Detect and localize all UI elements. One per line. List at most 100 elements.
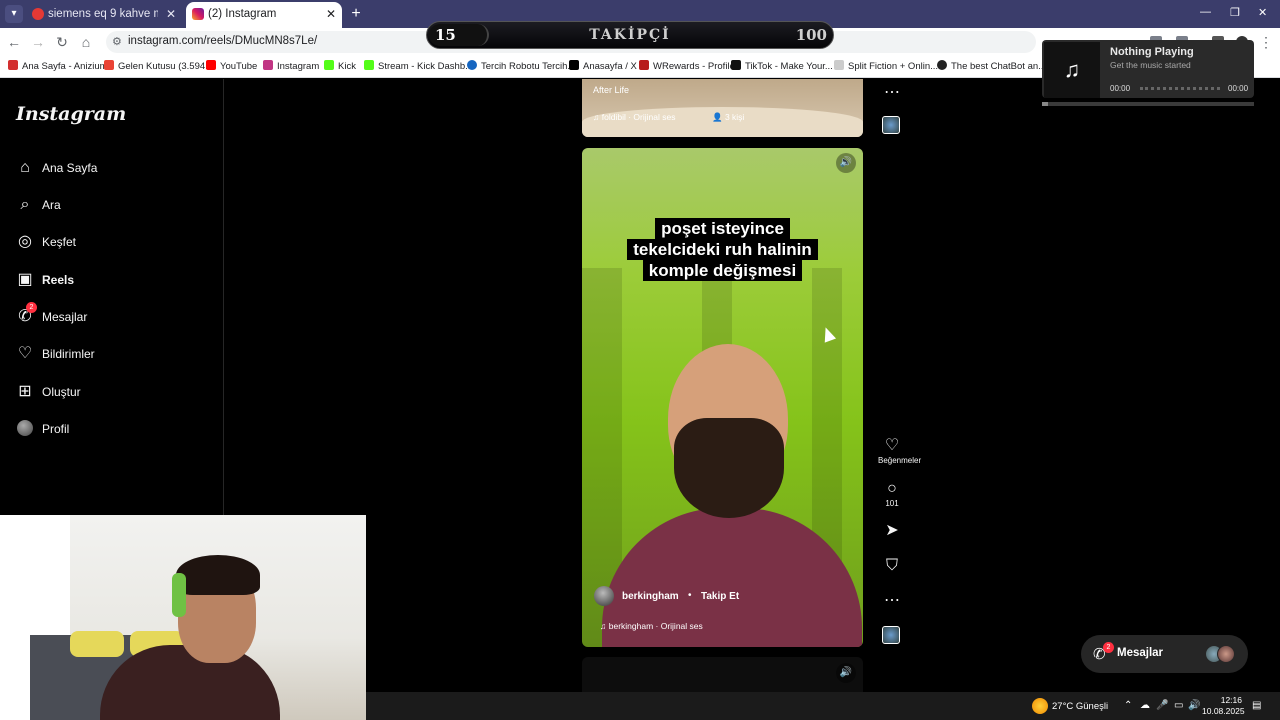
- bookmark-label: Stream - Kick Dashb...: [378, 61, 474, 72]
- network-icon[interactable]: ▭: [1174, 700, 1183, 711]
- reel-previous-audio[interactable]: ♫ foldibil · Orijinal ses: [593, 112, 675, 122]
- kick-icon: [364, 60, 374, 70]
- more-options-icon[interactable]: ⋯: [878, 592, 906, 610]
- bookmark-label: Kick: [338, 61, 356, 72]
- restore-icon[interactable]: ❐: [1230, 6, 1240, 19]
- heart-icon: ♡: [884, 437, 900, 454]
- sidebar-item-reels[interactable]: ▣ Reels: [16, 269, 206, 293]
- webcam-overlay: [0, 515, 366, 720]
- sidebar-item-home[interactable]: ⌂ Ana Sayfa: [16, 157, 206, 181]
- site-info-icon[interactable]: ⚙: [112, 35, 122, 48]
- reel-previous[interactable]: After Life ♫ foldibil · Orijinal ses 👤 3…: [582, 79, 863, 137]
- bookmark-kick[interactable]: Kick: [324, 60, 356, 72]
- google-icon: [32, 8, 44, 20]
- bookmark-gmail[interactable]: Gelen Kutusu (3.594...: [104, 60, 213, 72]
- bookmark-chatbot[interactable]: The best ChatBot an...: [937, 60, 1046, 72]
- avatar[interactable]: [594, 586, 614, 606]
- tab-siemens[interactable]: siemens eq 9 kahve makinesi M ✕: [26, 2, 182, 28]
- sidebar-item-create[interactable]: ⊞ Oluştur: [16, 381, 206, 405]
- forward-icon[interactable]: →: [30, 34, 46, 50]
- reload-icon[interactable]: ↻: [54, 34, 70, 50]
- tab-instagram[interactable]: (2) Instagram ✕: [186, 2, 342, 28]
- bookmark-youtube[interactable]: YouTube: [206, 60, 257, 72]
- headset-icon: [172, 573, 186, 617]
- reel-previous-people-text: 3 kişi: [724, 112, 745, 122]
- audio-thumbnail[interactable]: [882, 116, 900, 134]
- bookmark-x[interactable]: Anasayfa / X: [569, 60, 637, 72]
- home-icon[interactable]: ⌂: [78, 34, 94, 50]
- comment-icon: ○: [887, 480, 897, 497]
- weather-sun-icon[interactable]: [1032, 698, 1048, 714]
- follower-goal-label: TAKİPÇİ: [589, 27, 671, 43]
- bookmark-wrewards[interactable]: WRewards - Profile: [639, 60, 735, 72]
- avatar: [1217, 645, 1235, 663]
- clock-time: 12:16: [1220, 695, 1242, 705]
- follow-button[interactable]: Takip Et: [701, 591, 739, 602]
- bookmark-label: Ana Sayfa - Anizium: [22, 61, 108, 72]
- bookmark-label: TikTok - Make Your...: [745, 61, 833, 72]
- like-count: Beğenmeler: [878, 456, 922, 465]
- cloud-icon[interactable]: ☁: [1140, 700, 1150, 711]
- sidebar-item-label: Oluştur: [42, 385, 81, 399]
- music-note-icon: ♫: [600, 621, 609, 631]
- save-button[interactable]: ⛉: [878, 557, 906, 575]
- reel-audio[interactable]: ♫ berkingham · Orijinal ses: [600, 621, 703, 631]
- sidebar-item-messages[interactable]: ✆ 2 Mesajlar: [16, 302, 206, 330]
- bookmark-label: Tercih Robotu Tercih...: [481, 61, 576, 72]
- instagram-icon: [192, 8, 204, 20]
- close-icon[interactable]: ✕: [166, 2, 176, 26]
- search-icon: ⌕: [20, 196, 30, 213]
- share-button[interactable]: ➤: [878, 522, 906, 540]
- microphone-icon[interactable]: 🎤: [1156, 700, 1168, 711]
- clock[interactable]: 12:16 10.08.2025: [1202, 695, 1245, 717]
- back-icon[interactable]: ←: [6, 34, 22, 50]
- follower-goal-overlay: 15 TAKİPÇİ 100: [426, 21, 834, 49]
- messages-bubble-label: Mesajlar: [1117, 647, 1164, 659]
- notification-center-icon[interactable]: ▤: [1252, 700, 1261, 711]
- weather-text[interactable]: 27°C Güneşli: [1052, 701, 1108, 712]
- like-button[interactable]: ♡ Beğenmeler: [878, 437, 922, 467]
- bookmark-instagram[interactable]: Instagram: [263, 60, 319, 72]
- sidebar-item-search[interactable]: ⌕ Ara: [16, 194, 206, 218]
- kick-icon: [324, 60, 334, 70]
- bookmark-tercih-robotu[interactable]: Tercih Robotu Tercih...: [467, 60, 575, 72]
- sidebar-item-profile[interactable]: Profil: [16, 418, 206, 442]
- sidebar-item-explore[interactable]: ◎ Keşfet: [16, 231, 206, 255]
- volume-icon[interactable]: 🔊: [836, 153, 856, 173]
- reel-username[interactable]: berkingham: [622, 591, 679, 602]
- volume-icon[interactable]: 🔊: [836, 663, 856, 683]
- x-icon: [569, 60, 579, 70]
- messages-bubble[interactable]: ✆ 2 Mesajlar: [1081, 635, 1248, 673]
- kebab-menu-icon[interactable]: ⋮: [1258, 34, 1274, 50]
- heart-icon: ♡: [17, 345, 33, 362]
- youtube-icon: [206, 60, 216, 70]
- bookmark-label: Gelen Kutusu (3.594...: [118, 61, 214, 72]
- notification-badge: 2: [1103, 642, 1114, 653]
- chevron-up-icon[interactable]: ⌃: [1124, 700, 1132, 711]
- bookmark-kick-dashboard[interactable]: Stream - Kick Dashb...: [364, 60, 473, 72]
- plus-square-icon: ⊞: [18, 383, 32, 400]
- new-tab-button[interactable]: +: [346, 4, 366, 24]
- notification-badge: 2: [26, 302, 37, 313]
- home-icon: ⌂: [20, 159, 30, 176]
- bookmark-tiktok[interactable]: TikTok - Make Your...: [731, 60, 833, 72]
- page-icon: [834, 60, 844, 70]
- person-icon: 👤: [712, 112, 725, 122]
- instagram-logo[interactable]: Instagram: [16, 103, 126, 125]
- minimize-icon[interactable]: —: [1200, 6, 1211, 18]
- more-options-icon[interactable]: ⋯: [878, 84, 906, 102]
- comment-button[interactable]: ○ 101: [878, 480, 906, 510]
- sidebar-item-notifications[interactable]: ♡ Bildirimler: [16, 343, 206, 367]
- reel-previous-title: After Life: [593, 85, 630, 95]
- reel-video[interactable]: 🔊 poşet isteyince tekelcideki ruh halini…: [582, 148, 863, 647]
- window-close-icon[interactable]: ✕: [1258, 6, 1267, 19]
- tab-search-button[interactable]: ▾: [5, 5, 23, 23]
- bookmark-split-fiction[interactable]: Split Fiction + Onlin...: [834, 60, 938, 72]
- now-playing-title: Nothing Playing: [1110, 46, 1194, 58]
- reel-previous-people[interactable]: 👤 3 kişi: [712, 112, 744, 123]
- reel-next[interactable]: 🔊: [582, 657, 863, 697]
- volume-icon[interactable]: 🔊: [1188, 700, 1200, 711]
- bookmark-anizium[interactable]: Ana Sayfa - Anizium: [8, 60, 108, 72]
- close-icon[interactable]: ✕: [326, 2, 336, 26]
- audio-thumbnail[interactable]: [882, 626, 900, 644]
